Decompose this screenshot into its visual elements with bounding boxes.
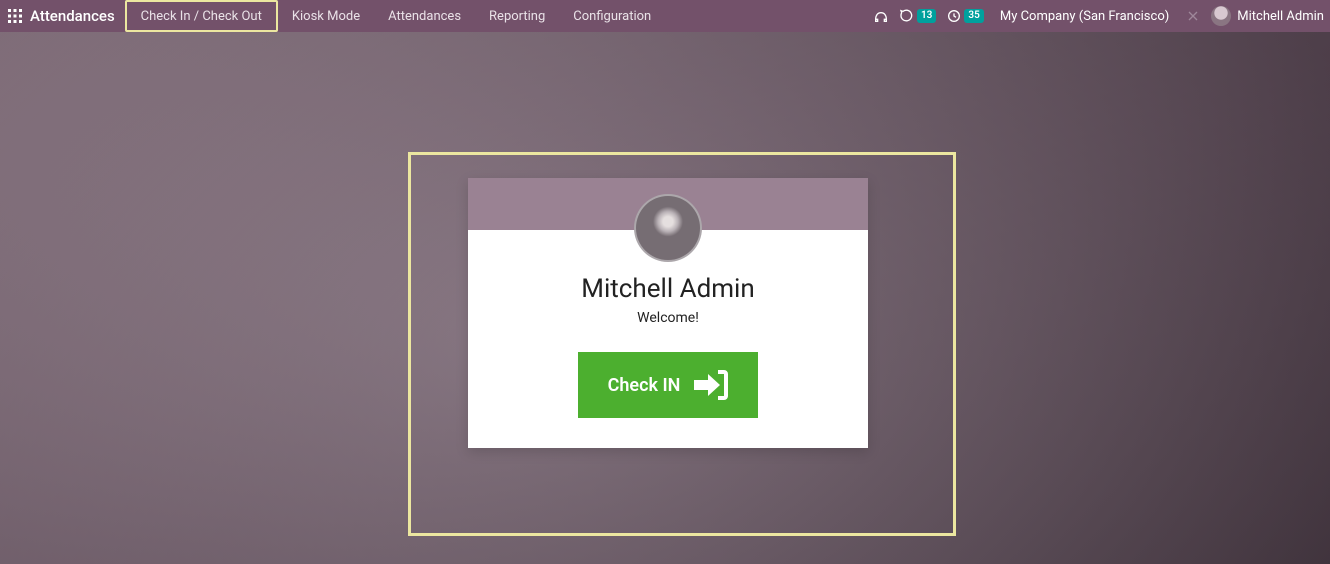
nav-kiosk-mode[interactable]: Kiosk Mode xyxy=(278,0,374,32)
company-switcher[interactable]: My Company (San Francisco) xyxy=(994,9,1175,24)
activities-icon[interactable]: 35 xyxy=(946,8,983,24)
user-menu[interactable]: Mitchell Admin xyxy=(1211,6,1324,26)
welcome-text: Welcome! xyxy=(488,310,848,326)
user-name: Mitchell Admin xyxy=(1237,9,1324,24)
nav-configuration[interactable]: Configuration xyxy=(559,0,665,32)
nav-check-in-out[interactable]: Check In / Check Out xyxy=(125,0,278,32)
messages-badge: 13 xyxy=(917,9,936,23)
main-nav: Check In / Check Out Kiosk Mode Attendan… xyxy=(125,0,666,32)
avatar-icon xyxy=(1211,6,1231,26)
app-title[interactable]: Attendances xyxy=(30,7,125,25)
messages-icon[interactable]: 13 xyxy=(899,8,936,24)
nav-label: Configuration xyxy=(573,9,651,24)
debug-icon[interactable] xyxy=(1185,8,1201,24)
apps-icon[interactable] xyxy=(0,0,30,32)
nav-label: Reporting xyxy=(489,9,545,24)
sign-in-icon xyxy=(694,370,728,400)
employee-avatar xyxy=(634,194,702,262)
nav-label: Attendances xyxy=(388,9,461,24)
systray: 13 35 My Company (San Francisco) Mitchel… xyxy=(873,6,1330,26)
nav-attendances[interactable]: Attendances xyxy=(374,0,475,32)
nav-reporting[interactable]: Reporting xyxy=(475,0,559,32)
check-in-button[interactable]: Check IN xyxy=(578,352,759,418)
employee-name: Mitchell Admin xyxy=(488,274,848,304)
company-name: My Company (San Francisco) xyxy=(1000,9,1169,24)
check-in-label: Check IN xyxy=(608,375,681,396)
support-icon[interactable] xyxy=(873,8,889,24)
nav-label: Check In / Check Out xyxy=(141,9,262,24)
checkin-card: Mitchell Admin Welcome! Check IN xyxy=(468,178,868,448)
topbar: Attendances Check In / Check Out Kiosk M… xyxy=(0,0,1330,32)
card-header xyxy=(468,178,868,230)
activities-badge: 35 xyxy=(964,9,983,23)
nav-label: Kiosk Mode xyxy=(292,9,360,24)
